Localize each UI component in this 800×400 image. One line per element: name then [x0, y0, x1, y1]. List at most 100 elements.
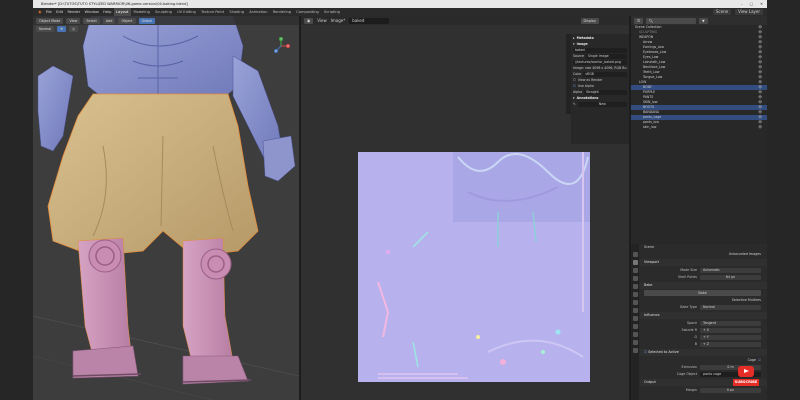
- alpha-mode-dropdown[interactable]: Straight: [584, 89, 627, 95]
- filter-icon[interactable]: ▼: [699, 17, 708, 24]
- gizmo-x-label: X: [287, 44, 289, 48]
- add-menu[interactable]: Add: [102, 17, 116, 24]
- object-tab-icon[interactable]: [632, 300, 638, 305]
- shell-points-field[interactable]: 64 px: [700, 275, 761, 280]
- outliner-row-label: Necklace_Low: [643, 65, 666, 69]
- constraints-tab-icon[interactable]: [632, 332, 638, 337]
- mode-size-dropdown[interactable]: Automatic: [700, 268, 761, 273]
- menu-help[interactable]: Help: [101, 8, 114, 16]
- view-menu[interactable]: View: [66, 17, 81, 24]
- outliner-row[interactable]: skin_low 👁︎: [631, 125, 767, 130]
- bake-section-header[interactable]: Bake: [640, 282, 767, 289]
- bake-type-row: Bake Type Normal: [640, 304, 767, 311]
- orientation-dropdown[interactable]: Global: [138, 17, 156, 24]
- selected-to-active-header[interactable]: ☑ Selected to Active: [640, 349, 767, 356]
- snap-icon[interactable]: ⊕: [57, 26, 67, 32]
- outliner-type-icon[interactable]: ☰: [634, 17, 644, 24]
- view-layer-selector[interactable]: View Layer: [735, 9, 763, 15]
- menu-render[interactable]: Render: [65, 8, 82, 16]
- influence-section-header[interactable]: Influence: [640, 312, 767, 319]
- window-controls: – □ ✕: [741, 0, 763, 8]
- swizzle-r-dropdown[interactable]: + X: [700, 328, 761, 333]
- material-tab-icon[interactable]: [632, 348, 638, 353]
- visibility-icon[interactable]: 👁︎: [758, 125, 764, 130]
- navigation-gizmo[interactable]: X Y Z: [271, 36, 291, 56]
- modifier-tab-icon[interactable]: [632, 308, 638, 313]
- outliner-row-label: pants_low: [643, 120, 659, 124]
- menu-window[interactable]: Window: [82, 8, 101, 16]
- outliner-row-label: Scene Collection: [635, 25, 662, 29]
- mode-dropdown[interactable]: Object Mode: [36, 17, 64, 24]
- outliner-row-label: PANTS: [643, 95, 654, 99]
- maximize-button[interactable]: □: [750, 0, 753, 8]
- outliner-row-label: skin_low: [643, 125, 657, 129]
- outliner-row-label: BODY: [643, 85, 652, 89]
- scene-selector[interactable]: Scene: [712, 9, 732, 15]
- viewport-section-header[interactable]: Viewport: [640, 259, 767, 266]
- selective-multires-row: Selective Multires: [640, 297, 767, 304]
- outliner-row-label: Teeth_Low: [643, 70, 660, 74]
- selected-to-active-label: Selected to Active: [648, 350, 679, 354]
- transform-normal-dropdown[interactable]: Normal: [36, 26, 55, 32]
- color-space-dropdown[interactable]: sRGB: [583, 71, 627, 77]
- image-editor[interactable]: ▣ View Image* baked Display ▸ Metadata ▾…: [301, 16, 629, 400]
- youtube-logo-icon: [738, 366, 754, 377]
- outliner-row-label: Tongue_Low: [643, 75, 663, 79]
- space-dropdown[interactable]: Tangent: [700, 321, 761, 326]
- physics-tab-icon[interactable]: [632, 324, 638, 329]
- output-tab-icon[interactable]: [632, 268, 638, 273]
- filepath-field[interactable]: //textures/warrior_baked.png: [573, 59, 627, 65]
- tab-uv-editing[interactable]: UV Editing: [174, 8, 198, 16]
- data-tab-icon[interactable]: [632, 340, 638, 345]
- tab-compositing[interactable]: Compositing: [294, 8, 322, 16]
- annotations-new-button[interactable]: New: [577, 101, 627, 107]
- bake-button[interactable]: Bake: [644, 290, 761, 296]
- ie-image-menu[interactable]: Image*: [331, 18, 346, 23]
- image-editor-type-icon[interactable]: ▣: [304, 17, 314, 24]
- tab-texture-paint[interactable]: Texture Paint: [198, 8, 226, 16]
- tab-rendering[interactable]: Rendering: [270, 8, 294, 16]
- tab-layout[interactable]: Layout: [113, 8, 131, 16]
- title-bar: Blender* [D:\TUTOS\TUTO STYLIZED WARRIOR…: [33, 0, 767, 8]
- ie-view-menu[interactable]: View: [317, 18, 327, 23]
- top-menubar: ◉ File Edit Render Window Help Layout Mo…: [33, 8, 767, 16]
- swizzle-b-dropdown[interactable]: + Z: [700, 342, 761, 347]
- source-dropdown[interactable]: Single Image: [585, 53, 627, 59]
- menu-file[interactable]: File: [44, 8, 54, 16]
- menu-edit[interactable]: Edit: [54, 8, 65, 16]
- tab-modeling[interactable]: Modeling: [131, 8, 153, 16]
- outliner-row-label: SKIN_low: [643, 100, 658, 104]
- image-selector[interactable]: baked: [349, 17, 390, 24]
- outliner-row-label: Eyes_Low: [643, 55, 659, 59]
- image-datablock-field[interactable]: baked: [573, 47, 627, 53]
- subscribe-label: SUBSCRIBE: [733, 379, 759, 386]
- tab-shading[interactable]: Shading: [227, 8, 247, 16]
- minimize-button[interactable]: –: [741, 0, 743, 8]
- tab-sculpting[interactable]: Sculpting: [153, 8, 175, 16]
- display-channels-dropdown[interactable]: Display: [580, 17, 599, 24]
- subscribe-overlay[interactable]: SUBSCRIBE: [733, 366, 759, 390]
- cage-checkbox-icon[interactable]: ☑: [758, 357, 761, 364]
- tab-animation[interactable]: Animation: [247, 8, 271, 16]
- particles-tab-icon[interactable]: [632, 316, 638, 321]
- close-button[interactable]: ✕: [760, 0, 763, 8]
- outliner[interactable]: ☰ 🔍︎ ▼ Scene Collection 👁︎ SCULPTING 👁︎ WEAP…: [631, 16, 767, 244]
- proportional-icon[interactable]: ◎: [69, 26, 79, 32]
- view-layer-tab-icon[interactable]: [632, 276, 638, 281]
- swizzle-g-dropdown[interactable]: + Y: [700, 335, 761, 340]
- render-tab-icon[interactable]: [632, 260, 638, 265]
- viewport-tool-row: Normal ⊕ ◎: [33, 25, 299, 33]
- select-menu[interactable]: Select: [83, 17, 100, 24]
- tab-scripting[interactable]: Scripting: [321, 8, 342, 16]
- tool-tab-icon[interactable]: [632, 252, 638, 257]
- scene-selector-group: Scene View Layer: [712, 8, 763, 15]
- blender-logo-icon[interactable]: ◉: [36, 8, 44, 16]
- bake-type-dropdown[interactable]: Normal: [700, 305, 761, 310]
- world-tab-icon[interactable]: [632, 292, 638, 297]
- object-menu[interactable]: Object: [118, 17, 136, 24]
- 3d-viewport[interactable]: Object Mode View Select Add Object Globa…: [33, 16, 299, 400]
- scene-tab-icon[interactable]: [632, 284, 638, 289]
- bake-section-label: Bake: [644, 283, 653, 287]
- outliner-search-input[interactable]: 🔍︎: [646, 17, 697, 24]
- extrusion-label: Extrusion: [681, 365, 697, 369]
